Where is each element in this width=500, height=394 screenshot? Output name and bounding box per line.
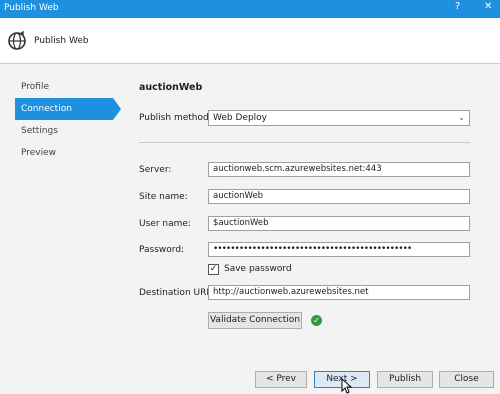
publish-method-label: Publish method: bbox=[139, 113, 212, 123]
server-label: Server: bbox=[139, 165, 172, 175]
help-button[interactable]: ? bbox=[455, 1, 460, 12]
title-bar: Publish Web ? ✕ bbox=[0, 0, 500, 18]
mouse-cursor-icon bbox=[341, 378, 353, 394]
server-input[interactable]: auctionweb.scm.azurewebsites.net:443 bbox=[208, 162, 470, 177]
user-name-label: User name: bbox=[139, 219, 191, 229]
header-title: Publish Web bbox=[34, 36, 89, 46]
check-circle-icon: ✓ bbox=[311, 315, 322, 326]
dialog-header: Publish Web bbox=[0, 18, 500, 64]
save-password-checkbox[interactable]: ✓ bbox=[208, 264, 219, 275]
divider bbox=[139, 142, 470, 143]
window-title: Publish Web bbox=[4, 3, 59, 13]
publish-button[interactable]: Publish bbox=[377, 371, 433, 388]
dialog-content: Profile Connection Settings Preview auct… bbox=[0, 64, 500, 394]
site-name-input[interactable]: auctionWeb bbox=[208, 189, 470, 204]
validate-connection-button[interactable]: Validate Connection bbox=[208, 312, 302, 329]
password-input[interactable]: ••••••••••••••••••••••••••••••••••••••••… bbox=[208, 242, 470, 257]
publish-method-value: Web Deploy bbox=[213, 113, 267, 123]
prev-button[interactable]: < Prev bbox=[255, 371, 307, 388]
close-window-button[interactable]: ✕ bbox=[484, 1, 492, 12]
close-button[interactable]: Close bbox=[439, 371, 494, 388]
profile-name: auctionWeb bbox=[139, 82, 203, 93]
connection-panel: auctionWeb Publish method: Web Deploy ⌄ … bbox=[0, 64, 500, 394]
chevron-down-icon: ⌄ bbox=[458, 113, 465, 122]
globe-publish-icon bbox=[8, 31, 26, 50]
save-password-label: Save password bbox=[224, 264, 292, 274]
publish-method-select[interactable]: Web Deploy ⌄ bbox=[208, 110, 470, 126]
user-name-input[interactable]: $auctionWeb bbox=[208, 216, 470, 231]
password-label: Password: bbox=[139, 245, 185, 255]
destination-url-input[interactable]: http://auctionweb.azurewebsites.net bbox=[208, 285, 470, 300]
site-name-label: Site name: bbox=[139, 192, 188, 202]
destination-url-label: Destination URL: bbox=[139, 288, 215, 298]
